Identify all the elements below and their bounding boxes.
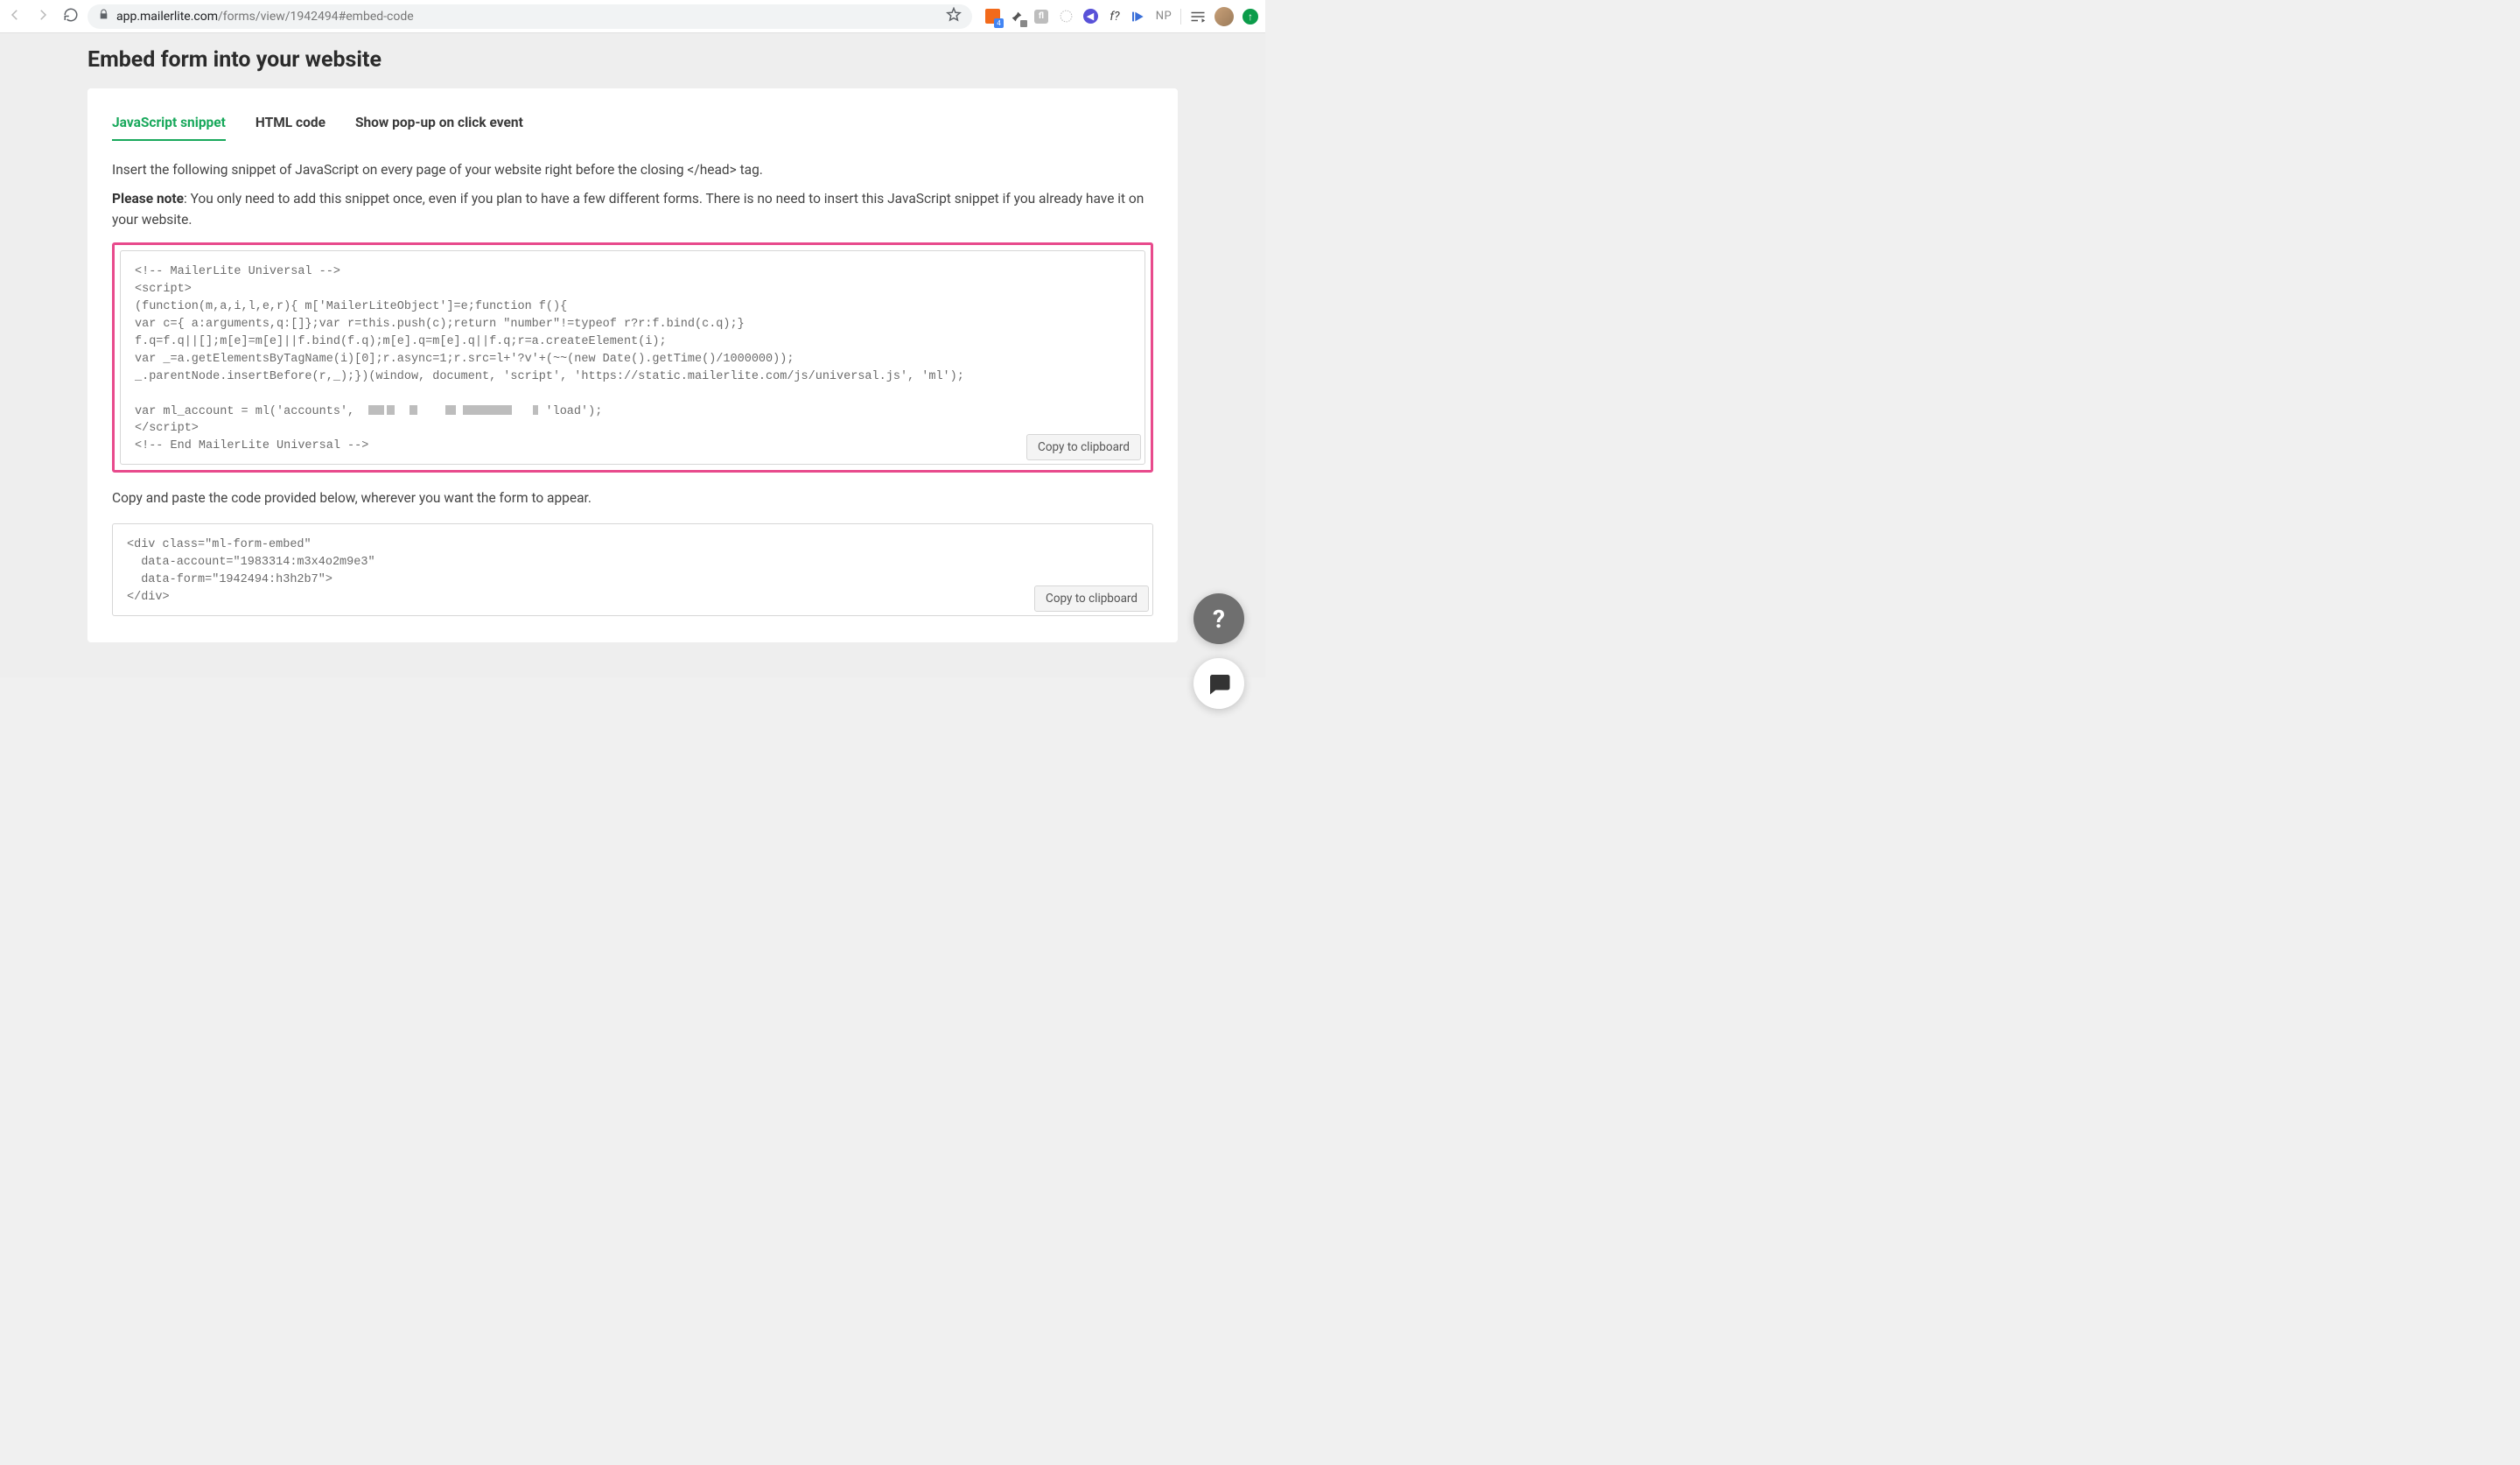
tabs: JavaScript snippet HTML code Show pop-up… <box>112 109 1153 141</box>
ext-icon-gray-square[interactable]: fl <box>1033 9 1049 25</box>
code-line: var _=a.getElementsByTagName(i)[0];r.asy… <box>135 353 794 366</box>
extension-icons: 4 fl ◀ f? NP ↑ <box>984 7 1258 26</box>
instruction-below: Copy and paste the code provided below, … <box>112 488 1153 508</box>
code-line: <!-- End MailerLite Universal --> <box>135 439 368 452</box>
ext-separator <box>1180 9 1181 25</box>
ext-icon-fq[interactable]: f? <box>1107 9 1123 25</box>
code-line: 'load'); <box>538 405 602 418</box>
nav-forward-button[interactable] <box>35 7 51 26</box>
code-line: <script> <box>135 283 192 296</box>
embed-card: JavaScript snippet HTML code Show pop-up… <box>88 88 1178 642</box>
redacted-text <box>368 405 384 415</box>
browser-chrome: app.mailerlite.com/forms/view/1942494#em… <box>0 0 1265 33</box>
ext-icon-np[interactable]: NP <box>1156 9 1172 25</box>
nav-back-button[interactable] <box>7 7 23 26</box>
ext-icon-green-arrow[interactable]: ↑ <box>1242 9 1258 25</box>
tab-html-code[interactable]: HTML code <box>256 109 326 141</box>
code-line: data-form="1942494:h3h2b7"> <box>127 573 332 586</box>
profile-avatar[interactable] <box>1214 7 1234 26</box>
ext-icon-play[interactable] <box>1131 9 1147 25</box>
code-line: </div> <box>127 591 170 604</box>
note-label: Please note <box>112 191 184 207</box>
lock-icon <box>98 9 109 24</box>
code-line: data-account="1983314:m3x4o2m9e3" <box>127 556 375 569</box>
code-line: (function(m,a,i,l,e,r){ m['MailerLiteObj… <box>135 300 567 313</box>
ext-icon-dotted[interactable] <box>1058 9 1074 25</box>
code-line: <div class="ml-form-embed" <box>127 538 312 551</box>
ext-icon-pin[interactable] <box>1009 9 1025 25</box>
chat-button[interactable] <box>1194 658 1244 709</box>
code-line: var c={ a:arguments,q:[]};var r=this.pus… <box>135 318 745 331</box>
highlighted-code-wrapper: <!-- MailerLite Universal --> <script> (… <box>112 242 1153 473</box>
tab-show-popup[interactable]: Show pop-up on click event <box>355 109 523 141</box>
help-button[interactable]: ? <box>1194 593 1244 644</box>
code-snippet-universal[interactable]: <!-- MailerLite Universal --> <script> (… <box>120 250 1145 466</box>
page-body: Embed form into your website JavaScript … <box>0 33 1265 677</box>
code-line: var ml_account = ml('accounts', <box>135 405 361 418</box>
instruction-line-1: Insert the following snippet of JavaScri… <box>112 160 1153 180</box>
code-snippet-embed[interactable]: <div class="ml-form-embed" data-account=… <box>112 523 1153 616</box>
page-title: Embed form into your website <box>88 47 1265 73</box>
copy-to-clipboard-button[interactable]: Copy to clipboard <box>1034 585 1149 612</box>
chat-icon <box>1206 670 1232 697</box>
url-path: /forms/view/1942494#embed-code <box>218 10 414 24</box>
code-line: _.parentNode.insertBefore(r,_);})(window… <box>135 370 964 383</box>
redacted-text <box>410 405 417 415</box>
code-line: </script> <box>135 422 199 435</box>
redacted-text <box>463 405 512 415</box>
code-line: <!-- MailerLite Universal --> <box>135 265 340 278</box>
note-body: : You only need to add this snippet once… <box>112 191 1144 227</box>
tab-javascript-snippet[interactable]: JavaScript snippet <box>112 109 226 141</box>
redacted-text <box>387 405 395 415</box>
bookmark-star-icon[interactable] <box>946 7 962 26</box>
ext-icon-orange[interactable]: 4 <box>984 9 1000 25</box>
copy-to-clipboard-button[interactable]: Copy to clipboard <box>1026 434 1141 460</box>
url-bar[interactable]: app.mailerlite.com/forms/view/1942494#em… <box>88 4 972 29</box>
ext-icon-purple[interactable]: ◀ <box>1082 9 1098 25</box>
url-domain: app.mailerlite.com <box>116 10 218 24</box>
ext-icon-playlist[interactable] <box>1190 9 1206 25</box>
instruction-note: Please note: You only need to add this s… <box>112 189 1153 230</box>
nav-reload-button[interactable] <box>63 7 79 26</box>
redacted-text <box>445 405 456 415</box>
code-line: f.q=f.q||[];m[e]=m[e]||f.bind(f.q);m[e].… <box>135 335 667 348</box>
